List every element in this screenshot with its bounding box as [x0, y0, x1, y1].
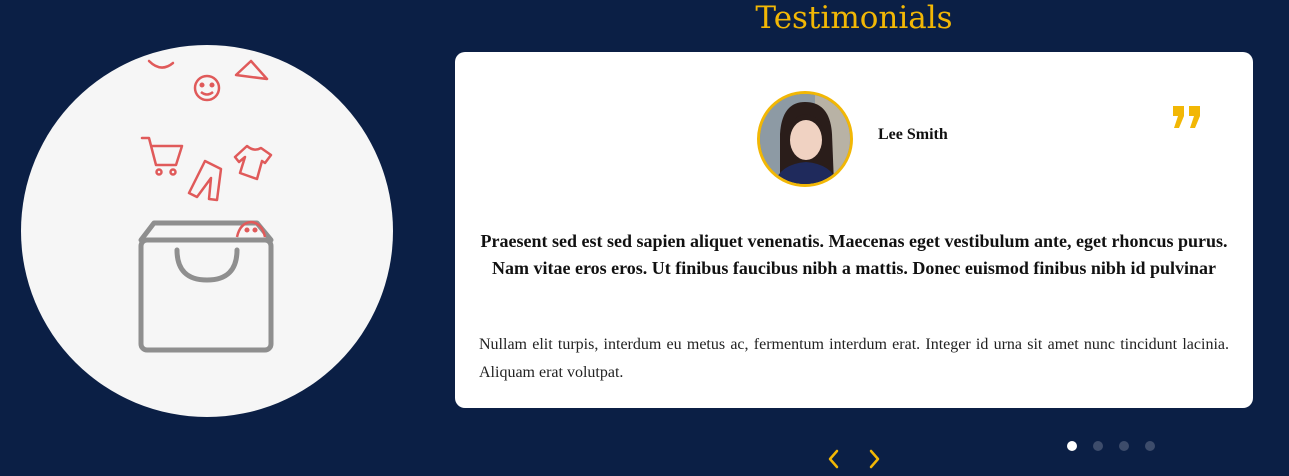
- avatar: [757, 91, 853, 187]
- trousers-icon: [187, 159, 223, 202]
- carousel-dot[interactable]: [1145, 441, 1155, 451]
- quote-icon: [1171, 104, 1203, 134]
- carousel-prev-button[interactable]: [823, 446, 845, 472]
- triangle-icon: [234, 59, 269, 81]
- testimonial-headline: Praesent sed est sed sapien aliquet vene…: [480, 231, 1228, 278]
- carousel-dot[interactable]: [1093, 441, 1103, 451]
- chevron-right-icon: [869, 449, 880, 469]
- testimonial-card: Lee Smith Praesent sed est sed sapien al…: [455, 52, 1253, 408]
- smile-curve-icon: [147, 59, 175, 69]
- carousel-dot[interactable]: [1067, 441, 1077, 451]
- smiley-icon: [193, 74, 221, 102]
- testimonial-body: Nullam elit turpis, interdum eu metus ac…: [479, 336, 1229, 381]
- section-title: Testimonials: [755, 0, 953, 36]
- reviewer-name: Lee Smith: [878, 126, 948, 143]
- carousel-pagination: [1067, 441, 1155, 451]
- cart-icon: [140, 136, 184, 176]
- shopping-bag-icon: [138, 220, 274, 353]
- carousel-dot[interactable]: [1119, 441, 1129, 451]
- carousel-next-button[interactable]: [863, 446, 885, 472]
- shopping-illustration: [21, 45, 393, 417]
- tshirt-icon: [233, 144, 273, 181]
- chevron-left-icon: [828, 449, 839, 469]
